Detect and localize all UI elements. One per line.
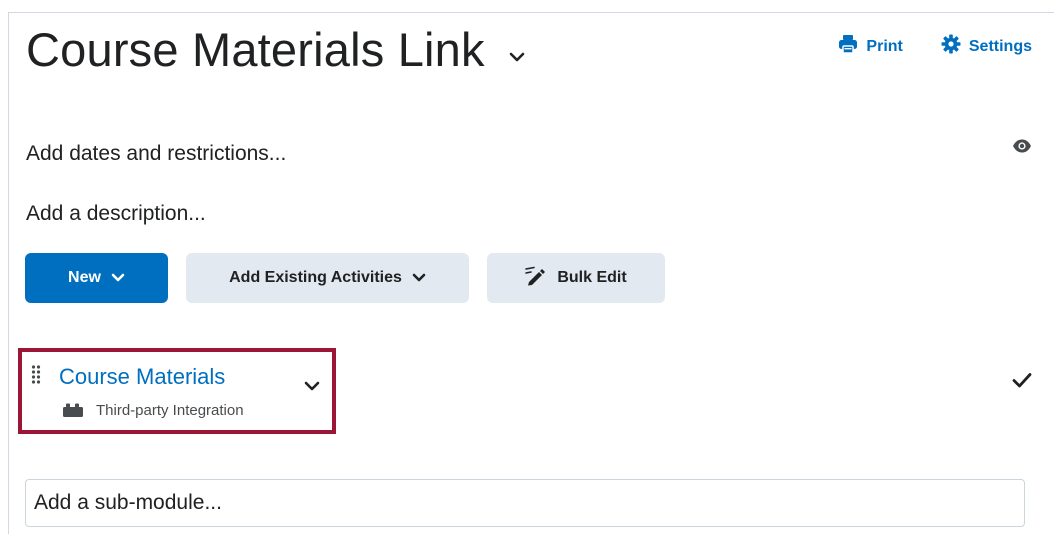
new-button[interactable]: New (25, 253, 168, 303)
activity-type-label: Third-party Integration (96, 402, 244, 419)
settings-label: Settings (968, 37, 1032, 55)
activity-chevron-down-icon[interactable] (304, 378, 320, 396)
bulk-edit-label: Bulk Edit (557, 269, 627, 286)
add-existing-label: Add Existing Activities (229, 269, 402, 286)
new-button-label: New (68, 269, 101, 286)
top-actions: Print Settings (838, 34, 1032, 59)
add-dates-restrictions[interactable]: Add dates and restrictions... (26, 142, 286, 166)
title-row: Course Materials Link (26, 22, 525, 77)
print-label: Print (866, 37, 903, 55)
page-title: Course Materials Link (26, 23, 485, 76)
chevron-down-icon (111, 269, 125, 287)
settings-button[interactable]: Settings (941, 34, 1032, 59)
printer-icon (838, 34, 858, 59)
print-button[interactable]: Print (838, 34, 903, 59)
title-chevron-down-icon[interactable] (509, 52, 525, 62)
visibility-toggle[interactable] (1012, 138, 1032, 159)
activity-item-highlighted: Course Materials Third-party Integration (18, 348, 336, 434)
add-description[interactable]: Add a description... (26, 202, 206, 226)
frame-border-left (8, 12, 9, 534)
gear-icon (941, 34, 961, 59)
puzzle-icon (62, 402, 84, 423)
checkmark-icon (1012, 372, 1032, 393)
add-submodule-input[interactable]: Add a sub-module... (25, 479, 1025, 527)
bulk-edit-button[interactable]: Bulk Edit (487, 253, 665, 303)
eye-icon (1012, 139, 1032, 158)
activity-title-link[interactable]: Course Materials (59, 364, 225, 390)
pencil-icon (525, 266, 547, 291)
frame-border-top (8, 12, 1054, 13)
add-existing-activities-button[interactable]: Add Existing Activities (186, 253, 469, 303)
toolbar: New Add Existing Activities Bulk Edit (25, 253, 665, 303)
chevron-down-icon (412, 269, 426, 287)
drag-handle-icon[interactable] (31, 364, 41, 389)
